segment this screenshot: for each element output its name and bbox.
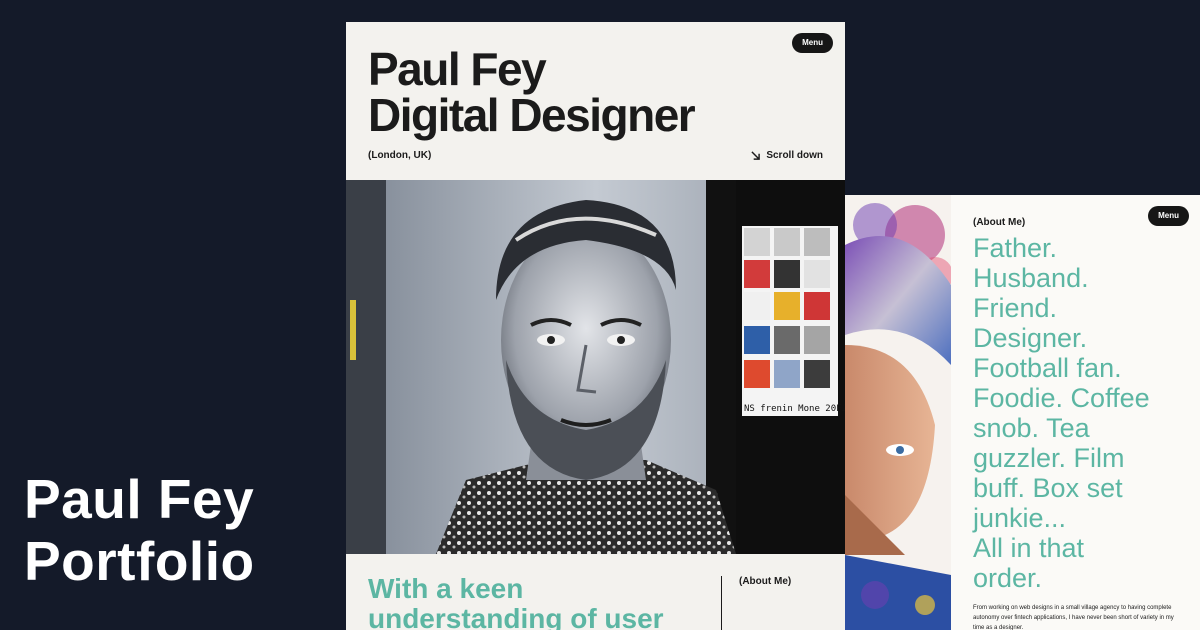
- trait-line: snob. Tea: [973, 413, 1090, 443]
- about-page-card: Menu (About Me) Father. Husband. Friend.…: [845, 195, 1200, 630]
- portfolio-title-line-2: Portfolio: [24, 530, 255, 592]
- intro-line-1: With a keen: [368, 573, 524, 604]
- trait-line: Father.: [973, 233, 1058, 263]
- menu-button[interactable]: Menu: [792, 33, 833, 53]
- page-heading: Paul Fey Digital Designer: [368, 43, 696, 141]
- about-paragraph: From working on web designs in a small v…: [973, 605, 1174, 630]
- portfolio-title: Paul Fey Portfolio: [24, 468, 255, 592]
- trait-line: All in that: [973, 533, 1085, 563]
- trait-line: Husband.: [973, 263, 1089, 293]
- trait-line: buff. Box set: [973, 473, 1123, 503]
- intro-section: With a keen understanding of user (About…: [346, 554, 845, 630]
- scroll-down-label: Scroll down: [766, 150, 823, 161]
- intro-text: With a keen understanding of user: [368, 574, 664, 630]
- about-menu-button[interactable]: Menu: [1148, 206, 1189, 226]
- portfolio-title-line-1: Paul Fey: [24, 468, 255, 530]
- heading-name: Paul Fey: [368, 43, 547, 95]
- watercolor-portrait-image: [845, 195, 951, 630]
- trait-line: order.: [973, 563, 1043, 593]
- portrait-image: NS frenin Mone 20F22: [346, 180, 845, 554]
- trait-line: Football fan.: [973, 353, 1122, 383]
- trait-line: Foodie. Coffee: [973, 383, 1150, 413]
- about-me-heading: (About Me): [973, 217, 1026, 228]
- about-traits-list: Father. Husband. Friend. Designer. Footb…: [973, 233, 1193, 593]
- intro-line-2: understanding of user: [368, 603, 664, 630]
- main-page-card: Menu Paul Fey Digital Designer (London, …: [346, 22, 845, 630]
- heading-role: Digital Designer: [368, 89, 696, 141]
- poster-sign-text: NS frenin Mone 20F22: [744, 404, 845, 414]
- section-divider: [721, 576, 722, 630]
- trait-line: Friend.: [973, 293, 1058, 323]
- arrow-down-right-icon: [751, 151, 761, 160]
- trait-line: junkie...: [973, 503, 1067, 533]
- scroll-down-link[interactable]: Scroll down: [751, 150, 823, 161]
- trait-line: Designer.: [973, 323, 1088, 353]
- about-me-label: (About Me): [739, 576, 792, 587]
- trait-line: guzzler. Film: [973, 443, 1125, 473]
- location-label: (London, UK): [368, 150, 432, 161]
